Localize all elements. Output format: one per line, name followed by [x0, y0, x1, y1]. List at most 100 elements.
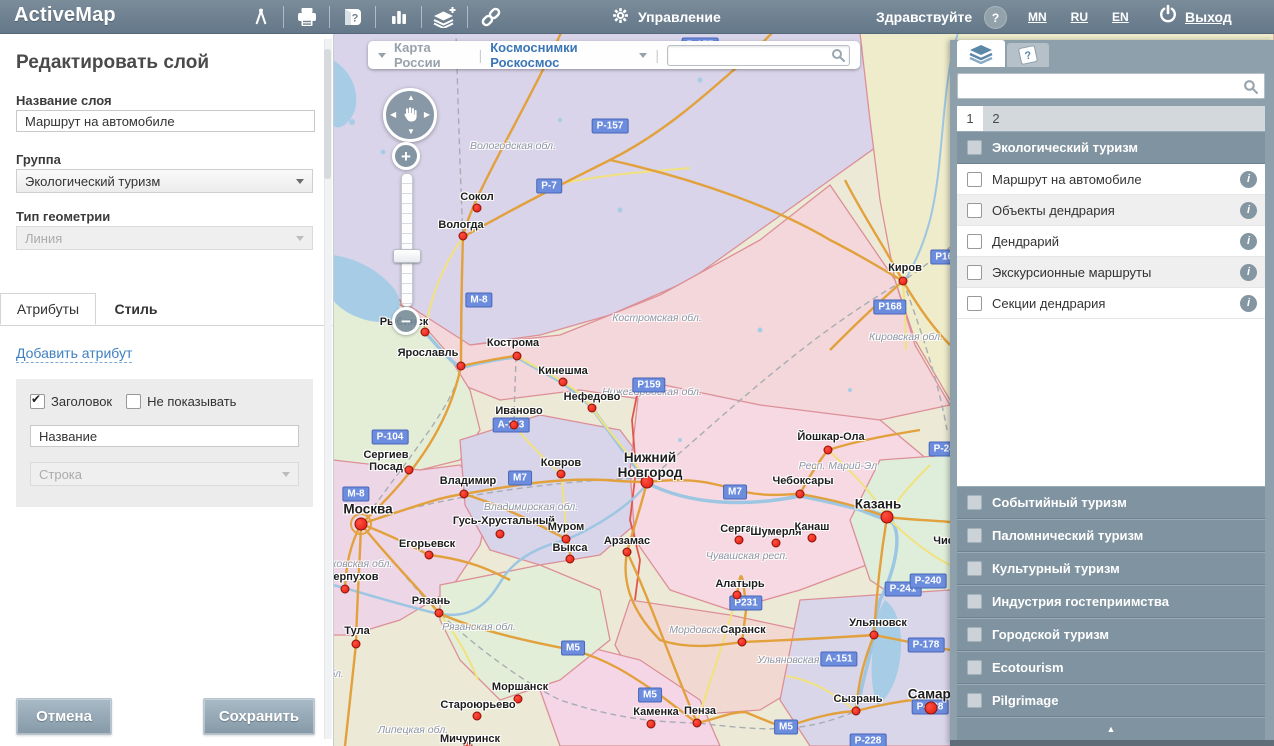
add-attribute-link[interactable]: Добавить атрибут — [16, 345, 132, 363]
city-dot — [852, 707, 861, 716]
layer-name-label: Название слоя — [16, 93, 112, 108]
road-shield: Р-7 — [536, 179, 562, 194]
save-button[interactable]: Сохранить — [203, 698, 315, 735]
pan-up-icon[interactable]: ▲ — [407, 94, 415, 102]
city-label: Киров — [888, 262, 922, 274]
group-checkbox[interactable] — [967, 660, 982, 675]
lang-ru[interactable]: RU — [1071, 10, 1088, 24]
chevron-down-icon[interactable] — [378, 53, 386, 58]
city-label: Йошкар-Ола — [797, 431, 864, 443]
map-search-input[interactable] — [672, 47, 831, 63]
zoom-out-button[interactable]: − — [392, 307, 420, 335]
city-dot — [473, 204, 482, 213]
layer-checkbox[interactable] — [967, 296, 982, 311]
page-2[interactable]: 2 — [983, 106, 1009, 131]
hide-checkbox[interactable] — [126, 394, 141, 409]
group-checkbox[interactable] — [967, 561, 982, 576]
layer-checkbox[interactable] — [967, 203, 982, 218]
pan-right-icon[interactable]: ▶ — [424, 111, 430, 119]
logout-button[interactable]: Выход — [1158, 0, 1232, 33]
layer-group-header[interactable]: Городской туризм — [957, 618, 1265, 651]
pan-control[interactable]: ▲ ▼ ◀ ▶ — [383, 88, 437, 142]
legend-icon: ? — [1016, 45, 1040, 65]
info-icon[interactable]: i — [1240, 233, 1257, 250]
city-label: Егорьевск — [399, 538, 455, 550]
group-select[interactable]: Экологический туризм — [16, 169, 313, 193]
group-checkbox[interactable] — [967, 495, 982, 510]
tab-legend[interactable]: ? — [1007, 43, 1049, 67]
measure-icon[interactable] — [238, 0, 283, 33]
search-icon[interactable] — [1243, 79, 1258, 94]
city-label: Канаш — [795, 521, 830, 533]
layer-row[interactable]: Маршрут на автомобилеi — [957, 164, 1265, 195]
lang-mn[interactable]: MN — [1028, 10, 1047, 24]
management-menu[interactable]: Управление — [612, 0, 721, 33]
chevron-down-icon[interactable] — [639, 53, 647, 58]
layer-checkbox[interactable] — [967, 234, 982, 249]
tab-style[interactable]: Стиль — [96, 293, 176, 325]
layer-group-header[interactable]: Индустрия гостеприимства — [957, 585, 1265, 618]
layer-name-input[interactable] — [16, 110, 315, 132]
chevron-down-icon — [282, 472, 290, 477]
page-1[interactable]: 1 — [957, 106, 983, 131]
region-label: Костромская обл. — [612, 312, 702, 324]
layer-row[interactable]: Секции дендрарияi — [957, 288, 1265, 319]
layer-row[interactable]: Дендрарийi — [957, 226, 1265, 257]
group-checkbox[interactable] — [967, 140, 982, 155]
layer-checkbox[interactable] — [967, 265, 982, 280]
layer-group-header[interactable]: Экологический туризм — [957, 131, 1265, 164]
statistics-icon[interactable] — [376, 0, 421, 33]
group-checkbox[interactable] — [967, 528, 982, 543]
layer-group-header[interactable]: Культурный туризм — [957, 552, 1265, 585]
city-label: Саранск — [720, 624, 765, 636]
tab-layers[interactable] — [957, 40, 1005, 67]
title-checkbox[interactable] — [30, 394, 45, 409]
layer-group-header[interactable]: Событийный туризм — [957, 486, 1265, 519]
zoom-slider-handle[interactable] — [393, 249, 421, 263]
reference-icon[interactable]: ? — [330, 0, 375, 33]
layer-row[interactable]: Объекты дендрарияi — [957, 195, 1265, 226]
group-checkbox[interactable] — [967, 627, 982, 642]
zoom-slider[interactable] — [401, 173, 413, 307]
layer-group-header[interactable]: Pilgrimage — [957, 684, 1265, 717]
group-checkbox[interactable] — [967, 594, 982, 609]
base-map-selector[interactable]: Карта России — [394, 40, 471, 70]
app-logo: ActiveMap — [14, 4, 116, 27]
pan-left-icon[interactable]: ◀ — [390, 111, 396, 119]
info-icon[interactable]: i — [1240, 264, 1257, 281]
city-label: Серпухов — [333, 571, 379, 583]
divider: | — [479, 47, 483, 63]
city-dot — [566, 555, 575, 564]
pan-down-icon[interactable]: ▼ — [407, 128, 415, 136]
permalink-icon[interactable] — [468, 0, 513, 33]
active-map-selector[interactable]: Космоснимки Роскосмос — [490, 40, 631, 70]
layer-group-header[interactable]: Ecotourism — [957, 651, 1265, 684]
panel-scrollbar[interactable] — [324, 39, 332, 739]
layers-search-input[interactable] — [964, 78, 1243, 95]
hand-icon — [401, 105, 419, 123]
layer-group-header[interactable]: Паломнический туризм — [957, 519, 1265, 552]
layer-row[interactable]: Экскурсионные маршрутыi — [957, 257, 1265, 288]
help-badge[interactable]: ? — [984, 6, 1007, 29]
region-label: Московская обл. — [333, 558, 392, 570]
city-dot — [460, 490, 469, 499]
group-checkbox[interactable] — [967, 693, 982, 708]
add-layer-icon[interactable] — [422, 0, 467, 33]
gear-icon — [612, 7, 629, 27]
collapse-panel-button[interactable]: ▲ — [957, 717, 1265, 740]
info-icon[interactable]: i — [1240, 295, 1257, 312]
print-icon[interactable] — [284, 0, 329, 33]
scrollbar-thumb[interactable] — [324, 49, 331, 179]
info-icon[interactable]: i — [1240, 171, 1257, 188]
city-label: Староюрьево — [440, 699, 515, 711]
cancel-button[interactable]: Отмена — [16, 698, 112, 735]
lang-en[interactable]: EN — [1112, 10, 1129, 24]
info-icon[interactable]: i — [1240, 202, 1257, 219]
layer-checkbox[interactable] — [967, 172, 982, 187]
search-icon[interactable] — [831, 48, 845, 62]
zoom-in-button[interactable]: + — [392, 142, 420, 170]
attribute-name-input[interactable] — [30, 425, 299, 447]
city-label: Выкса — [552, 542, 587, 554]
city-label: Москва — [343, 503, 392, 518]
tab-attributes[interactable]: Атрибуты — [0, 293, 96, 325]
